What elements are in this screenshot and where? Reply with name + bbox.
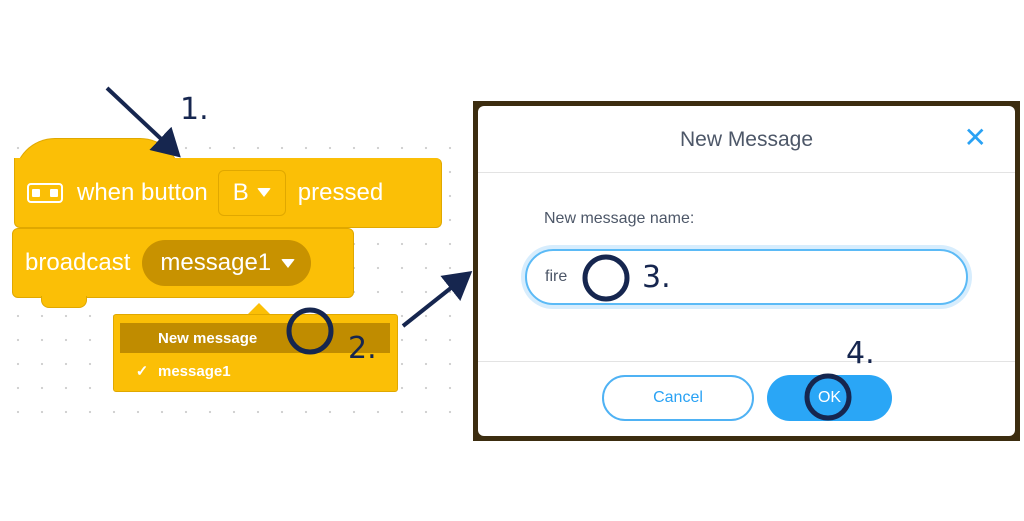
step-label-4: 4. <box>846 336 875 371</box>
check-icon: ✓ <box>135 363 149 380</box>
close-icon[interactable]: ✕ <box>964 124 987 152</box>
new-message-dialog: New Message ✕ New message name: fire Can… <box>478 106 1015 436</box>
gamepad-icon <box>27 182 63 203</box>
hat-block-label: when button <box>77 178 208 206</box>
message-dropdown[interactable]: message1 <box>142 240 312 286</box>
menu-caret <box>248 303 270 314</box>
broadcast-label: broadcast <box>25 249 131 276</box>
menu-item-label: message1 <box>158 362 231 380</box>
button-dropdown-value: B <box>232 178 249 206</box>
broadcast-block[interactable]: broadcast message1 <box>12 228 354 308</box>
cancel-button[interactable]: Cancel <box>602 375 754 421</box>
dialog-header: New Message ✕ <box>478 106 1015 173</box>
message-name-label: New message name: <box>544 210 695 227</box>
message-name-input[interactable]: fire <box>525 249 968 305</box>
message-dropdown-value: message1 <box>160 249 272 276</box>
when-button-pressed-block[interactable]: when button B pressed <box>14 158 442 228</box>
message-name-value: fire <box>545 268 568 285</box>
block-notch <box>41 296 87 308</box>
step-label-1: 1. <box>180 92 209 127</box>
hat-block-suffix: pressed <box>297 178 384 206</box>
dialog-footer-divider <box>478 361 1015 362</box>
ok-button[interactable]: OK <box>767 375 892 421</box>
chevron-down-icon <box>256 188 271 197</box>
button-dropdown[interactable]: B <box>217 169 286 216</box>
dialog-title: New Message <box>679 128 814 151</box>
step-label-3: 3. <box>642 260 671 295</box>
step-label-2: 2. <box>348 331 377 366</box>
chevron-down-icon <box>281 258 296 268</box>
